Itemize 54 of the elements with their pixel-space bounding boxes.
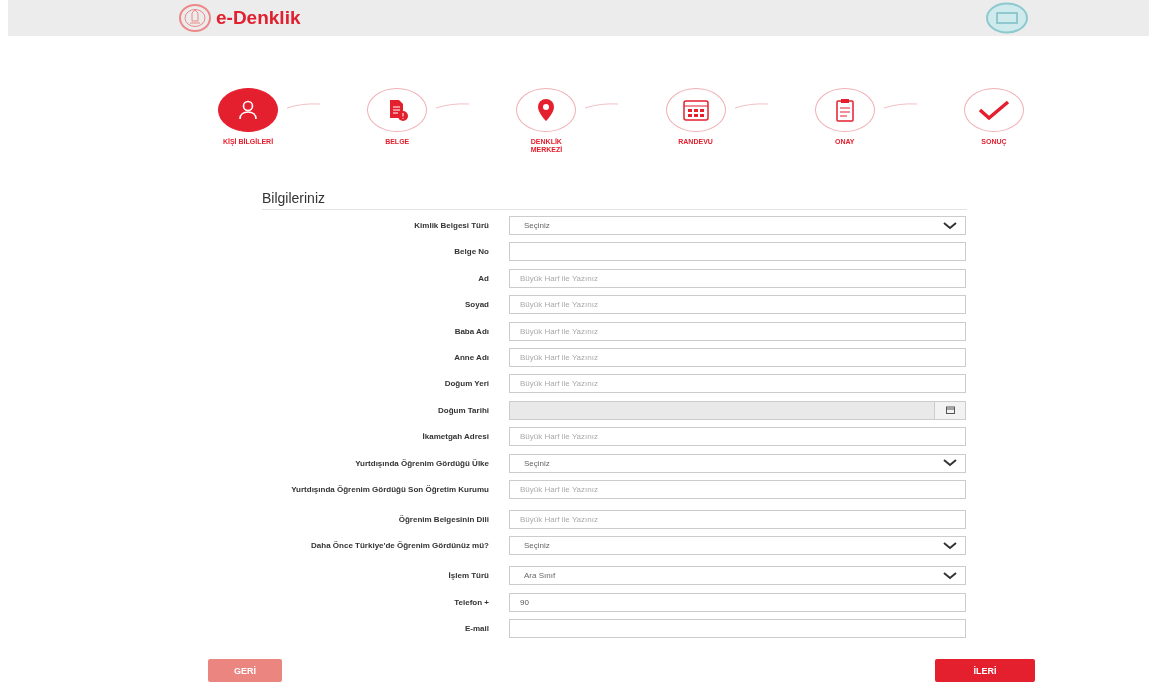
field-label: Daha Önce Türkiye'de Öğrenim Gördünüz mü? bbox=[310, 540, 489, 552]
calendar-icon bbox=[682, 99, 709, 121]
chevron-down-icon bbox=[943, 221, 957, 230]
select-field[interactable]: Ara Sınıf bbox=[509, 566, 966, 586]
step-circle[interactable] bbox=[963, 88, 1024, 132]
date-field[interactable] bbox=[509, 400, 966, 420]
calendar-icon bbox=[945, 406, 955, 415]
input-field[interactable]: Büyük Harf ile Yazınız bbox=[509, 347, 966, 367]
chevron-down-icon bbox=[943, 459, 957, 467]
field-label: Belge No bbox=[453, 246, 489, 258]
clipboard-icon bbox=[834, 98, 855, 122]
input-field[interactable]: Büyük Harf ile Yazınız bbox=[509, 509, 966, 529]
field-label: İşlem Türü bbox=[447, 570, 489, 582]
field-label: Soyad bbox=[464, 299, 489, 311]
select-field[interactable]: Seçiniz bbox=[509, 453, 966, 473]
select-field[interactable]: Seçiniz bbox=[509, 216, 966, 235]
emblem-logo-icon bbox=[178, 3, 212, 33]
person-icon bbox=[237, 99, 259, 121]
step-circle[interactable] bbox=[367, 88, 428, 132]
next-button[interactable]: İLERİ bbox=[935, 659, 1035, 683]
calendar-button[interactable] bbox=[934, 401, 965, 419]
field-label: Yurtdışında Öğrenim Gördüğü Son Öğretim Kurumu bbox=[290, 483, 489, 495]
checkmark-icon bbox=[976, 99, 1011, 121]
field-label: Anne Adı bbox=[453, 351, 489, 363]
field-label: Baba Adı bbox=[453, 325, 489, 337]
input-field[interactable]: Büyük Harf ile Yazınız bbox=[509, 374, 966, 394]
input-field[interactable]: Büyük Harf ile Yazınız bbox=[509, 479, 966, 499]
field-label: Telefon + bbox=[453, 596, 489, 608]
input-field[interactable]: Büyük Harf ile Yazınız bbox=[509, 321, 966, 341]
chevron-down-icon bbox=[943, 571, 957, 580]
field-label: Kimlik Belgesi Türü bbox=[413, 220, 489, 231]
select-field[interactable]: Seçiniz bbox=[509, 536, 966, 556]
field-label: Doğum Yeri bbox=[443, 378, 489, 390]
step-circle[interactable] bbox=[516, 88, 577, 132]
chevron-down-icon bbox=[943, 541, 957, 550]
step-circle[interactable] bbox=[218, 88, 278, 132]
input-field[interactable] bbox=[509, 619, 966, 639]
input-field[interactable]: 90 bbox=[509, 592, 966, 612]
input-field[interactable]: Büyük Harf ile Yazınız bbox=[509, 268, 966, 288]
field-label: Doğum Tarihi bbox=[437, 404, 489, 416]
step-circle[interactable] bbox=[665, 88, 726, 132]
step-circle[interactable] bbox=[814, 88, 875, 132]
field-label: İkametgah Adresi bbox=[421, 431, 489, 443]
field-label: Öğrenim Belgesinin Dili bbox=[397, 513, 489, 525]
input-field[interactable]: Büyük Harf ile Yazınız bbox=[509, 427, 966, 447]
input-field[interactable] bbox=[509, 242, 966, 262]
field-label: Ad bbox=[477, 272, 489, 284]
seal-logo-icon bbox=[985, 2, 1029, 34]
input-field[interactable]: Büyük Harf ile Yazınız bbox=[509, 295, 966, 315]
field-label: E-mail bbox=[464, 623, 489, 635]
map-pin-icon bbox=[536, 98, 557, 122]
brand-name: e-Denklik bbox=[216, 7, 301, 29]
section-title: Bilgileriniz bbox=[262, 190, 967, 210]
field-label: Yurtdışında Öğrenim Gördüğü Ülke bbox=[354, 457, 489, 469]
